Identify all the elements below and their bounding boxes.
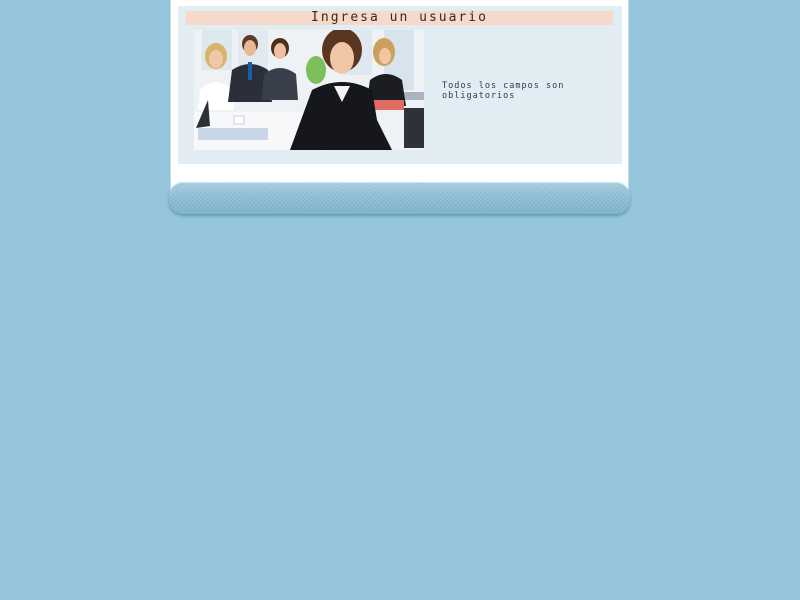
page-container: Ingresa un usuario Todos los campos son … bbox=[169, 0, 630, 214]
content-panel: Ingresa un usuario Todos los campos son … bbox=[170, 0, 629, 190]
footer-bar bbox=[169, 182, 630, 214]
form-title: Ingresa un usuario bbox=[186, 11, 613, 25]
office-team-photo bbox=[194, 30, 424, 150]
required-fields-note: Todos los campos son obligatorios bbox=[442, 81, 565, 101]
user-form-box: Ingresa un usuario Todos los campos son … bbox=[178, 6, 622, 164]
